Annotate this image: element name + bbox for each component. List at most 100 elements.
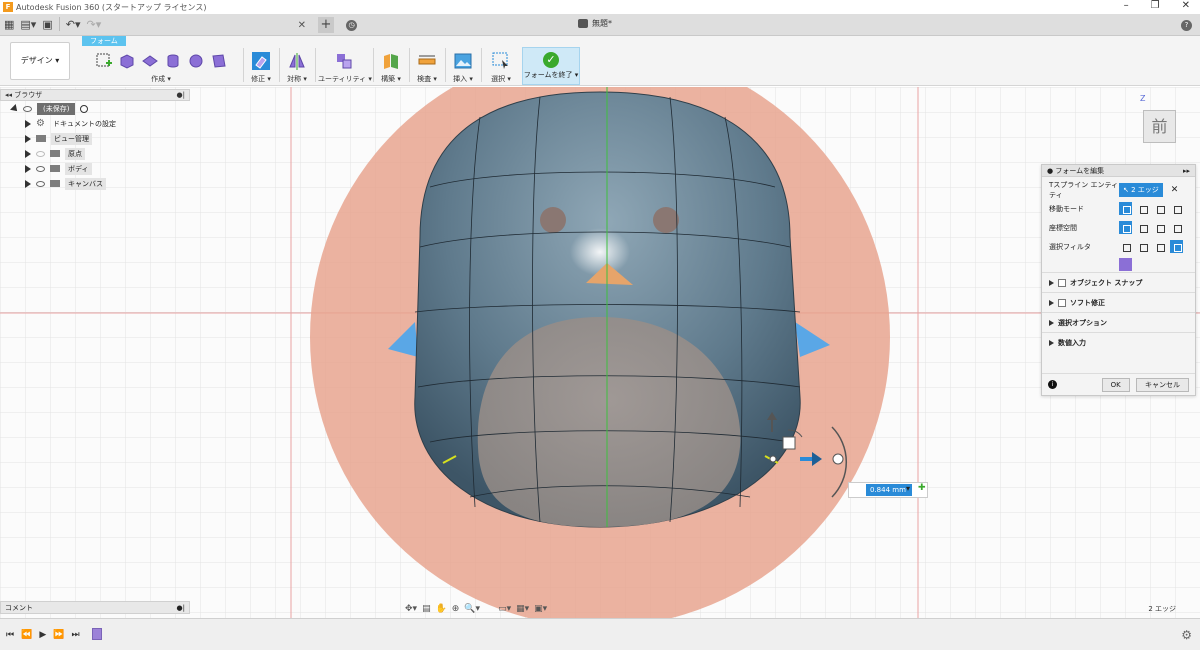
viewcube[interactable]: 前 [1143, 110, 1176, 143]
expand-dialog-icon[interactable]: ▸▸ [1183, 167, 1190, 175]
create-form-icon[interactable] [95, 52, 113, 70]
dimension-dropdown-icon[interactable]: ▾ [906, 484, 910, 493]
body-filter-icon[interactable] [1119, 257, 1132, 271]
help-icon[interactable]: ? [1181, 19, 1192, 31]
construct-icon[interactable] [382, 52, 400, 70]
close-tab-icon[interactable]: ✕ [298, 20, 306, 31]
visibility-icon[interactable] [36, 180, 45, 187]
timeline-form-feature[interactable] [92, 628, 102, 640]
expand-icon[interactable] [25, 119, 31, 128]
browser-item-document-settings[interactable]: ⚙ ドキュメントの設定 [0, 116, 190, 131]
edit-form-icon[interactable] [252, 52, 270, 70]
expand-icon[interactable] [1049, 339, 1054, 346]
browser-item-origin[interactable]: 原点 [0, 146, 190, 161]
construct-group-label[interactable]: 構築 ▾ [376, 74, 406, 84]
clear-selection-icon[interactable]: ✕ [1171, 185, 1179, 195]
expand-icon[interactable] [25, 149, 31, 158]
zoom-window-icon[interactable]: 🔍▾ [464, 604, 480, 614]
minimize-button[interactable]: – [1124, 0, 1129, 11]
grid-settings-icon[interactable]: ▦▾ [516, 604, 529, 614]
object-snap-checkbox[interactable] [1058, 278, 1066, 287]
create-group-label[interactable]: 作成 ▾ [80, 74, 242, 84]
local-space-icon[interactable] [1153, 221, 1166, 234]
rotate-icon[interactable] [1153, 202, 1166, 215]
workspace-switcher[interactable]: デザイン ▾ [10, 42, 70, 80]
save-icon[interactable]: ▣ [42, 18, 52, 31]
browser-item-named-views[interactable]: ビュー管理 [0, 131, 190, 146]
expand-icon[interactable] [25, 179, 31, 188]
expand-icon[interactable] [1049, 299, 1054, 306]
cylinder-icon[interactable] [164, 52, 182, 70]
ok-button[interactable]: OK [1101, 377, 1130, 392]
play-icon[interactable]: ▶ [39, 630, 46, 640]
insert-image-icon[interactable] [454, 52, 472, 70]
face-filter-icon[interactable] [1153, 240, 1166, 253]
scale-icon[interactable] [1170, 202, 1183, 215]
redo-icon[interactable]: ↷▾ [86, 18, 101, 31]
dimension-add-icon[interactable]: ✚ [918, 483, 926, 493]
pan-icon[interactable]: ✋ [436, 604, 447, 614]
step-forward-icon[interactable]: ⏩ [53, 630, 64, 640]
selection-options-section[interactable]: 選択オプション [1042, 312, 1195, 332]
cancel-button[interactable]: キャンセル [1136, 377, 1189, 392]
modify-group-label[interactable]: 修正 ▾ [246, 74, 276, 84]
select-group-label[interactable]: 選択 ▾ [484, 74, 518, 84]
browser-root[interactable]: (未保存) [0, 101, 190, 116]
expand-icon[interactable] [10, 103, 20, 114]
utility-icon[interactable] [335, 52, 353, 70]
expand-icon[interactable] [25, 164, 31, 173]
dialog-header[interactable]: ● フォームを編集 ▸▸ [1042, 165, 1195, 177]
expand-icon[interactable] [25, 134, 31, 143]
step-back-icon[interactable]: ⏪ [21, 630, 32, 640]
visibility-icon[interactable] [36, 150, 45, 157]
visibility-icon[interactable] [23, 105, 32, 112]
view-space-icon[interactable] [1119, 221, 1132, 234]
close-window-button[interactable]: ✕ [1182, 0, 1190, 11]
translate-icon[interactable] [1136, 202, 1149, 215]
go-to-start-icon[interactable]: ⏮ [6, 630, 14, 640]
utility-group-label[interactable]: ユーティリティ ▾ [318, 74, 372, 84]
multi-transform-icon[interactable] [1119, 202, 1132, 215]
soft-modification-checkbox[interactable] [1058, 298, 1066, 307]
all-filter-icon[interactable] [1170, 240, 1183, 253]
browser-item-bodies[interactable]: ボディ [0, 161, 190, 176]
viewports-icon[interactable]: ▣▾ [534, 604, 547, 614]
comment-bar[interactable]: コメント ●| [0, 601, 190, 614]
vertex-filter-icon[interactable] [1119, 240, 1132, 253]
active-icon[interactable] [80, 104, 89, 113]
select-icon[interactable] [492, 52, 510, 70]
tab-form[interactable]: フォーム [82, 36, 126, 46]
pin-icon[interactable]: ●| [177, 604, 185, 612]
plane-icon[interactable] [141, 52, 159, 70]
new-tab-button[interactable]: + [318, 17, 334, 33]
object-snap-section[interactable]: オブジェクト スナップ [1042, 272, 1195, 292]
data-panel-icon[interactable]: ▦ [4, 18, 14, 31]
measure-icon[interactable] [418, 52, 436, 70]
expand-icon[interactable] [1049, 319, 1054, 326]
entity-selection-button[interactable]: ↖ 2 エッジ [1119, 182, 1163, 197]
browser-header[interactable]: ◂◂ ブラウザ ●| [0, 89, 190, 101]
timeline-settings-gear-icon[interactable]: ⚙ [1181, 628, 1192, 642]
zoom-icon[interactable]: ⊕ [452, 604, 460, 614]
per-face-space-icon[interactable] [1170, 221, 1183, 234]
box-icon[interactable] [118, 52, 136, 70]
display-settings-icon[interactable]: ▭▾ [498, 604, 511, 614]
world-space-icon[interactable] [1136, 221, 1149, 234]
symmetry-group-label[interactable]: 対称 ▾ [282, 74, 312, 84]
maximize-button[interactable]: ❐ [1151, 0, 1160, 11]
collapse-icon[interactable]: ◂◂ [5, 91, 14, 99]
insert-group-label[interactable]: 挿入 ▾ [448, 74, 478, 84]
face-icon[interactable] [210, 52, 228, 70]
inspect-group-label[interactable]: 検査 ▾ [412, 74, 442, 84]
symmetry-icon[interactable] [288, 52, 306, 70]
orbit-icon[interactable]: ✥▾ [405, 604, 417, 614]
finish-form-button[interactable]: ✓ フォームを終了 ▾ [522, 47, 580, 85]
undo-icon[interactable]: ↶▾ [66, 18, 81, 31]
browser-item-canvases[interactable]: キャンバス [0, 176, 190, 191]
job-status-icon[interactable]: ◷ [346, 19, 357, 31]
visibility-icon[interactable] [36, 165, 45, 172]
edge-filter-icon[interactable] [1136, 240, 1149, 253]
soft-modification-section[interactable]: ソフト修正 [1042, 292, 1195, 312]
sphere-icon[interactable] [187, 52, 205, 70]
numerical-input-section[interactable]: 数値入力 [1042, 332, 1195, 352]
